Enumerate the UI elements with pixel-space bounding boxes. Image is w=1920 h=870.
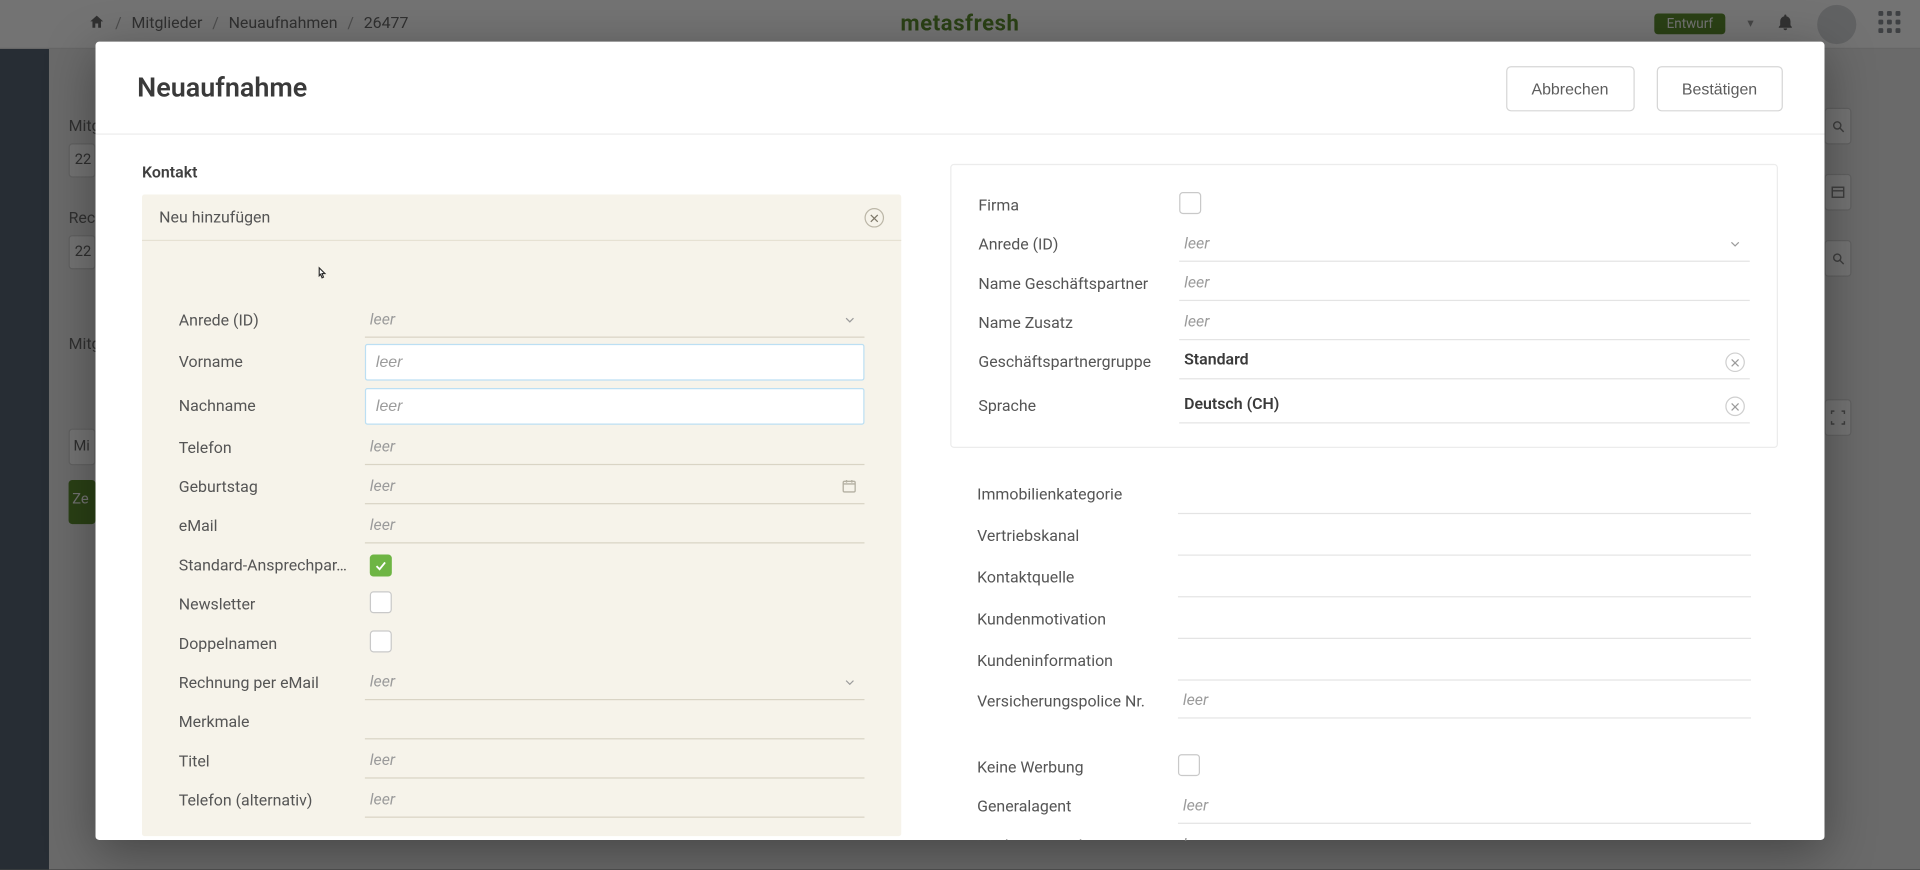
label-immokat: Immobilienkategorie bbox=[977, 486, 1178, 504]
label-titel: Titel bbox=[179, 752, 365, 770]
sidepanel-icon[interactable] bbox=[1825, 108, 1852, 145]
firma-checkbox[interactable] bbox=[1179, 192, 1201, 214]
geburtstag-input[interactable]: leer bbox=[365, 470, 865, 504]
background-buttons-snippet: Mi Ze bbox=[69, 429, 96, 525]
apps-grid-icon[interactable] bbox=[1878, 10, 1905, 37]
background-right-toolbar bbox=[1825, 108, 1852, 436]
breadcrumb-item[interactable]: Mitglieder bbox=[131, 15, 202, 33]
sidepanel-icon[interactable] bbox=[1825, 240, 1852, 277]
name-zusatz-input[interactable]: leer bbox=[1179, 306, 1750, 340]
immokat-select[interactable] bbox=[1178, 475, 1751, 514]
gp-gruppe-select[interactable]: Standard bbox=[1179, 346, 1750, 379]
clear-icon[interactable] bbox=[1725, 397, 1745, 417]
keine-werbung-checkbox[interactable] bbox=[1178, 754, 1200, 776]
label-doppelnamen: Doppelnamen bbox=[179, 635, 365, 653]
label-firma: Firma bbox=[978, 197, 1179, 215]
rechnung-email-select[interactable]: leer bbox=[365, 666, 865, 700]
label-telefon: Telefon bbox=[179, 439, 365, 457]
nachname-input[interactable] bbox=[365, 388, 865, 425]
label-geburtstag: Geburtstag bbox=[179, 478, 365, 496]
werbemass-select[interactable]: leer bbox=[1178, 829, 1751, 840]
label-vorname: Vorname bbox=[179, 353, 365, 371]
label-generalagent: Generalagent bbox=[977, 798, 1178, 816]
titel-input[interactable]: leer bbox=[365, 744, 865, 778]
calendar-icon bbox=[841, 476, 857, 499]
label-kontaktquelle: Kontaktquelle bbox=[977, 569, 1178, 587]
brand-logo: metasfresh bbox=[900, 11, 1019, 37]
label-gp-gruppe: Geschäftspartnergruppe bbox=[978, 353, 1179, 371]
label-vertrieb: Vertriebskanal bbox=[977, 527, 1178, 545]
sidepanel-icon[interactable] bbox=[1825, 174, 1852, 211]
bell-icon[interactable] bbox=[1776, 12, 1796, 36]
standard-ap-checkbox[interactable] bbox=[370, 554, 392, 576]
label-name-bp: Name Geschäftspartner bbox=[978, 275, 1179, 293]
cancel-button[interactable]: Abbrechen bbox=[1506, 66, 1634, 111]
breadcrumb-item[interactable]: 26477 bbox=[364, 15, 409, 33]
modal-title: Neuaufnahme bbox=[137, 73, 307, 104]
label-standard-ap: Standard-Ansprechpar… bbox=[179, 557, 365, 575]
home-icon[interactable] bbox=[88, 13, 105, 35]
kontakt-card: Neu hinzufügen Anrede (ID) leer Vorname bbox=[142, 195, 901, 837]
kundeninfo-select[interactable] bbox=[1178, 642, 1751, 681]
police-input[interactable]: leer bbox=[1178, 684, 1751, 718]
merkmale-input[interactable] bbox=[365, 705, 865, 739]
label-police: Versicherungspolice Nr. bbox=[977, 692, 1178, 710]
bp-card: Firma Anrede (ID) leer Name Geschäftspar… bbox=[950, 164, 1778, 448]
label-newsletter: Newsletter bbox=[179, 596, 365, 614]
label-keine-werbung: Keine Werbung bbox=[977, 759, 1178, 777]
name-bp-input[interactable]: leer bbox=[1179, 267, 1750, 301]
label-kundenmotiv: Kundenmotivation bbox=[977, 610, 1178, 628]
email-input[interactable]: leer bbox=[365, 509, 865, 543]
confirm-button[interactable]: Bestätigen bbox=[1656, 66, 1783, 111]
anrede-select[interactable]: leer bbox=[365, 304, 865, 338]
kundenmotiv-select[interactable] bbox=[1178, 600, 1751, 639]
sidepanel-expand-icon[interactable] bbox=[1825, 399, 1852, 436]
label-sprache: Sprache bbox=[978, 397, 1179, 415]
extra-fields-group: Immobilienkategorie Vertriebskanal Konta… bbox=[950, 475, 1778, 840]
avatar[interactable] bbox=[1817, 4, 1856, 43]
telefon-input[interactable]: leer bbox=[365, 431, 865, 465]
clear-icon[interactable] bbox=[1725, 353, 1745, 373]
label-email: eMail bbox=[179, 517, 365, 535]
status-badge[interactable]: Entwurf bbox=[1654, 13, 1725, 34]
kontakt-add-header: Neu hinzufügen bbox=[159, 209, 270, 227]
kontaktquelle-select[interactable] bbox=[1178, 558, 1751, 597]
status-caret-icon[interactable]: ▾ bbox=[1747, 17, 1753, 30]
doppelnamen-checkbox[interactable] bbox=[370, 631, 392, 653]
telefon-alt-input[interactable]: leer bbox=[365, 784, 865, 818]
label-kundeninfo: Kundeninformation bbox=[977, 652, 1178, 670]
label-telefon-alt: Telefon (alternativ) bbox=[179, 792, 365, 810]
label-anrede-r: Anrede (ID) bbox=[978, 236, 1179, 254]
close-icon[interactable] bbox=[864, 208, 884, 228]
label-nachname: Nachname bbox=[179, 397, 365, 415]
anrede-r-select[interactable]: leer bbox=[1179, 228, 1750, 262]
modal-neuaufnahme: Neuaufnahme Abbrechen Bestätigen Kontakt… bbox=[96, 42, 1825, 840]
label-merkmale: Merkmale bbox=[179, 713, 365, 731]
label-rechnung-email: Rechnung per eMail bbox=[179, 674, 365, 692]
label-werbemass: Werbemassnahme bbox=[977, 837, 1178, 840]
newsletter-checkbox[interactable] bbox=[370, 591, 392, 613]
label-name-zusatz: Name Zusatz bbox=[978, 314, 1179, 332]
vertrieb-select[interactable] bbox=[1178, 517, 1751, 556]
sprache-select[interactable]: Deutsch (CH) bbox=[1179, 390, 1750, 423]
generalagent-input[interactable]: leer bbox=[1178, 790, 1751, 824]
label-anrede: Anrede (ID) bbox=[179, 312, 365, 330]
kontakt-section-title: Kontakt bbox=[142, 164, 901, 182]
breadcrumb: / Mitglieder / Neuaufnahmen / 26477 bbox=[88, 13, 408, 35]
breadcrumb-item[interactable]: Neuaufnahmen bbox=[229, 15, 338, 33]
vorname-input[interactable] bbox=[365, 344, 865, 381]
